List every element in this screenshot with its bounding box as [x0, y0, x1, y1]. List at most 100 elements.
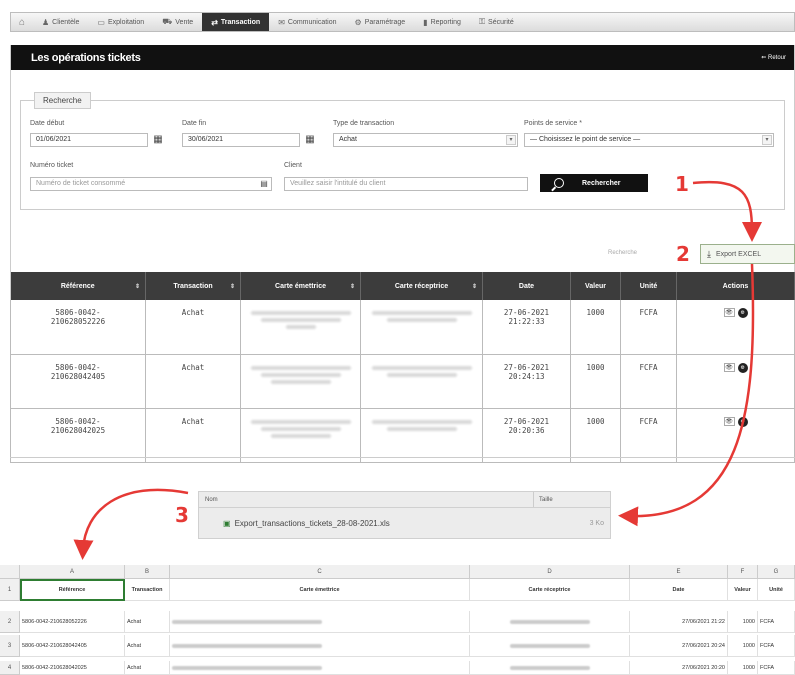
column-header[interactable]: Unité — [620, 272, 677, 300]
column-header[interactable]: Carte réceptrice ⇕ — [360, 272, 483, 300]
column-letter[interactable]: F — [728, 565, 758, 579]
view-icon[interactable]: 👁 — [723, 308, 735, 317]
sheet-cell[interactable]: FCFA — [758, 661, 795, 675]
export-excel-button[interactable]: ⤓ Export EXCEL — [700, 244, 795, 264]
sheet-header-cell[interactable]: Transaction — [125, 579, 170, 601]
date-fin-input[interactable]: 30/06/2021 — [182, 133, 300, 147]
sheet-cell[interactable]: Achat — [125, 611, 170, 633]
sort-icon: ⇕ — [349, 283, 355, 290]
sheet-cell[interactable]: 5806-0042-210628052226 — [20, 611, 125, 633]
redacted-card — [172, 619, 322, 624]
sheet-cell[interactable] — [470, 635, 630, 657]
sheet-cell[interactable]: 5806-0042-210628042405 — [20, 635, 125, 657]
row-number[interactable]: 4 — [0, 661, 20, 675]
sheet-cell[interactable]: 1000 — [728, 635, 758, 657]
sheet-header-cell[interactable]: Date — [630, 579, 728, 601]
sheet-cell[interactable]: 1000 — [728, 661, 758, 675]
sort-icon: ⇕ — [471, 283, 477, 290]
tab-securite[interactable]: ⚿ Sécurité — [470, 13, 523, 31]
row-number[interactable]: 3 — [0, 635, 20, 657]
chevron-down-icon[interactable]: ▾ — [762, 135, 772, 145]
sheet-cell[interactable]: 5806-0042-210628042025 — [20, 661, 125, 675]
sheet-cell[interactable]: 27/06/2021 21:22 — [630, 611, 728, 633]
type-transaction-label: Type de transaction — [333, 120, 395, 127]
table-search-label[interactable]: Recherche — [608, 250, 637, 256]
column-letter[interactable]: C — [170, 565, 470, 579]
redacted-card — [172, 665, 322, 670]
view-icon[interactable]: 👁 — [723, 416, 735, 426]
tab-reporting[interactable]: ▮ Reporting — [414, 13, 470, 31]
column-header[interactable]: Référence ⇕ — [10, 272, 146, 300]
calendar-icon[interactable]: ▦ — [152, 134, 164, 146]
date-debut-label: Date début — [30, 120, 65, 127]
numero-ticket-input[interactable]: Numéro de ticket consommé — [30, 177, 272, 191]
file-row[interactable]: ▣ Export_transactions_tickets_28-08-2021.… — [199, 508, 610, 538]
home-icon[interactable]: ⌂ — [11, 17, 33, 28]
folder-icon: ▭ — [97, 17, 105, 27]
tab-vente[interactable]: ⛟ Vente — [153, 13, 202, 31]
sheet-cell[interactable]: 27/06/2021 20:24 — [630, 635, 728, 657]
list-icon[interactable]: ▤ — [258, 178, 270, 190]
redacted-card — [367, 417, 477, 434]
calendar-icon[interactable]: ▦ — [304, 134, 316, 146]
sheet-cell[interactable]: 1000 — [728, 611, 758, 633]
tab-exploitation[interactable]: ▭ Exploitation — [88, 13, 153, 31]
sheet-cell[interactable]: FCFA — [758, 635, 795, 657]
column-letter[interactable]: E — [630, 565, 728, 579]
view-icon[interactable]: 👁 — [723, 362, 735, 372]
sheet-cell[interactable]: FCFA — [758, 611, 795, 633]
row-number[interactable]: 1 — [0, 579, 20, 601]
sheet-header-cell[interactable]: Référence — [20, 579, 125, 601]
column-header[interactable]: Date — [482, 272, 571, 300]
tab-communication[interactable]: ✉ Communication — [269, 13, 345, 31]
redacted-card — [246, 417, 356, 441]
sheet-cell[interactable] — [470, 661, 630, 675]
column-header[interactable]: Valeur — [570, 272, 621, 300]
sort-icon: ⇕ — [134, 283, 140, 290]
column-header[interactable]: Carte émettrice ⇕ — [240, 272, 361, 300]
chevron-down-icon[interactable]: ▾ — [506, 135, 516, 145]
sort-icon: ⇕ — [229, 283, 235, 290]
type-transaction-select[interactable]: Achat — [333, 133, 518, 147]
sheet-header-cell[interactable]: Carte émettrice — [170, 579, 470, 601]
sheet-cell[interactable] — [170, 611, 470, 633]
tab-transaction[interactable]: ⇄ Transaction — [202, 13, 270, 31]
settings-icon[interactable]: ⚙ — [737, 308, 748, 318]
sheet-cell[interactable]: 27/06/2021 20:20 — [630, 661, 728, 675]
column-letter[interactable]: G — [758, 565, 795, 579]
tab-clientele[interactable]: ♟ Clientèle — [33, 13, 88, 31]
sheet-header-cell[interactable]: Valeur — [728, 579, 758, 601]
redacted-card — [246, 308, 356, 332]
sheet-cell[interactable]: Achat — [125, 661, 170, 675]
column-letter[interactable]: A — [20, 565, 125, 579]
tab-parametrage[interactable]: ⚙ Paramétrage — [346, 13, 415, 31]
sheet-cell[interactable] — [170, 635, 470, 657]
search-button[interactable]: Rechercher — [540, 174, 648, 192]
date-debut-input[interactable]: 01/06/2021 — [30, 133, 148, 147]
settings-icon[interactable]: ⚙ — [737, 362, 748, 373]
back-link[interactable]: ⇐ Retour — [761, 54, 786, 61]
table-row: 5806-0042- 210628052226 Achat 27-06-2021 2… — [10, 300, 795, 355]
chart-icon: ▮ — [423, 17, 428, 27]
arrow-to-sheet — [73, 488, 189, 560]
settings-icon[interactable]: ⚙ — [737, 416, 748, 427]
column-header[interactable]: Transaction ⇕ — [145, 272, 241, 300]
client-input[interactable]: Veuillez saisir l'intitulé du client — [284, 177, 528, 191]
points-service-select[interactable]: — Choisissez le point de service — — [524, 133, 774, 147]
sheet-cell[interactable]: Achat — [125, 635, 170, 657]
column-letter[interactable]: D — [470, 565, 630, 579]
sheet-corner[interactable] — [0, 565, 20, 579]
row-number[interactable]: 2 — [0, 611, 20, 633]
search-icon — [554, 178, 564, 188]
points-service-label: Points de service * — [524, 120, 582, 127]
download-icon: ⤓ — [707, 248, 711, 259]
excel-sheet: A B C D E F G 1 Référence Transaction Ca… — [0, 565, 795, 675]
column-letter[interactable]: B — [125, 565, 170, 579]
sheet-cell[interactable] — [470, 611, 630, 633]
sheet-header-cell[interactable]: Carte réceptrice — [470, 579, 630, 601]
redacted-card — [367, 363, 477, 380]
sheet-cell[interactable] — [170, 661, 470, 675]
step-2-label: 2 — [676, 242, 690, 266]
operations-table: Référence ⇕ Transaction ⇕ Carte émettrice ⇕… — [10, 272, 795, 463]
sheet-header-cell[interactable]: Unité — [758, 579, 795, 601]
